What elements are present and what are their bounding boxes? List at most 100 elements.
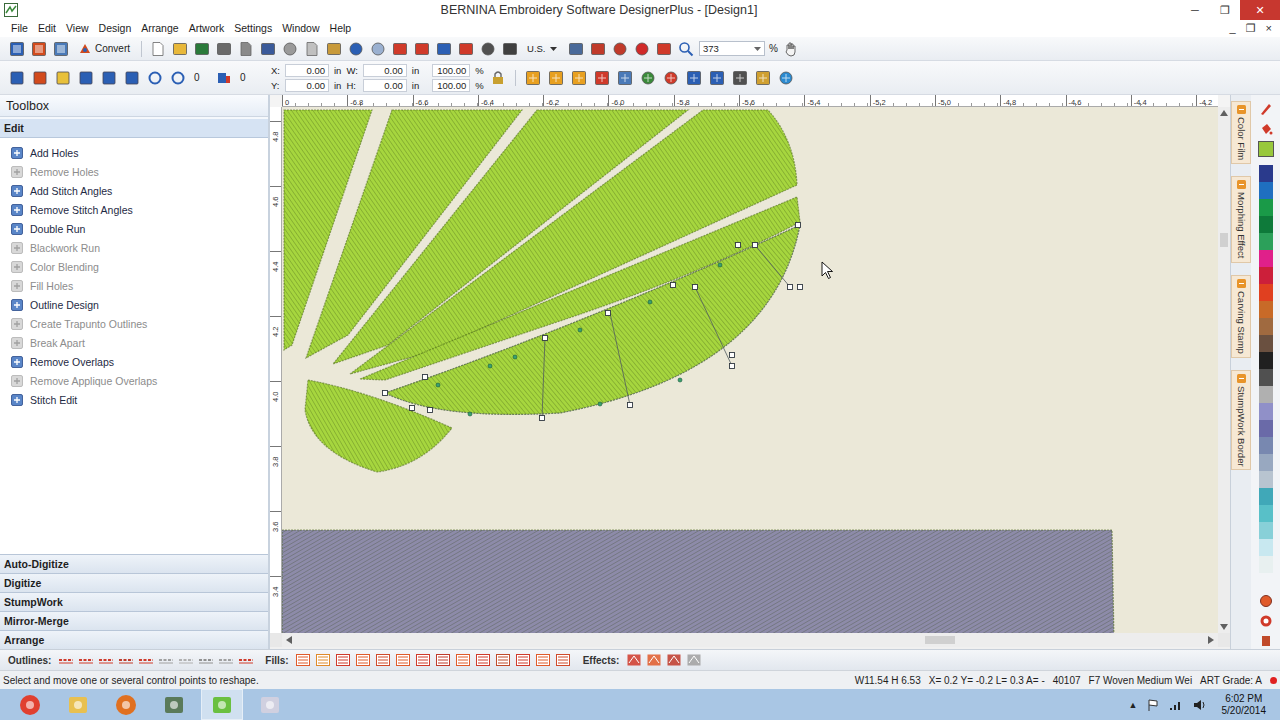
fabric-type[interactable]: F7 Woven Medium Wei [1089,675,1193,686]
units-dropdown[interactable]: U.S. [523,43,563,54]
fill-type-icon[interactable] [415,653,432,667]
fill-type-icon[interactable] [475,653,492,667]
scale-height-field[interactable]: 100.00 [432,79,470,92]
fill-type-icon[interactable] [535,653,552,667]
bernina-tool-icon[interactable] [250,690,290,719]
toolbox-item[interactable]: Color Blending [10,257,268,276]
bobbin-icon[interactable] [1258,633,1274,649]
group-icon[interactable] [391,40,409,58]
copy-icon[interactable] [303,40,321,58]
toolbox-item[interactable]: Break Apart [10,333,268,352]
toolbox-item[interactable]: Remove Stitch Angles [10,200,268,219]
color-swatch[interactable] [1259,556,1273,573]
select-arrow-icon[interactable] [8,69,26,87]
menu-item[interactable]: File [6,20,33,37]
color-swatch[interactable] [1259,318,1273,335]
outline-type-icon[interactable] [217,654,234,666]
vertical-scrollbar[interactable] [1218,107,1230,633]
stitch-icon[interactable] [52,40,70,58]
tools-icon[interactable] [501,40,519,58]
machine-icon[interactable] [589,40,607,58]
color-swatch[interactable] [1259,233,1273,250]
color-swatch[interactable] [1259,182,1273,199]
menu-item[interactable]: Design [94,20,137,37]
star-tool-icon[interactable] [524,69,542,87]
fill-type-icon[interactable] [555,653,572,667]
toolbox-item[interactable]: Stitch Edit [10,390,268,409]
thread-spool-icon[interactable] [1258,593,1274,609]
monitor-icon[interactable] [567,40,585,58]
pattern-icon[interactable] [570,69,588,87]
scale-icon[interactable] [77,69,95,87]
print-icon[interactable] [215,40,233,58]
color-swatch[interactable] [1259,522,1273,539]
save-icon[interactable] [193,40,211,58]
sparkle-icon[interactable] [547,69,565,87]
open-folder-icon[interactable] [171,40,189,58]
outline-type-icon[interactable] [77,654,94,666]
document-control-button[interactable]: × [1264,22,1274,35]
toolbox-item[interactable]: Blackwork Run [10,238,268,257]
fill-type-icon[interactable] [335,653,352,667]
hoop-icon[interactable] [611,40,629,58]
window-control-button[interactable]: ❐ [1210,0,1240,20]
toolbox-item[interactable]: Double Run [10,219,268,238]
effect-icon[interactable] [665,653,682,667]
grid-icon[interactable] [655,40,673,58]
artwork-icon[interactable] [30,40,48,58]
ungroup-icon[interactable] [413,40,431,58]
fill-type-icon[interactable] [315,653,332,667]
control-points[interactable] [383,223,803,421]
convert-button[interactable]: Convert [74,42,134,56]
color-swatch[interactable] [1259,539,1273,556]
x-field[interactable]: 0.00 [285,64,329,77]
effect-icon[interactable] [625,653,642,667]
chrome-icon[interactable] [10,690,50,719]
toolbox-item[interactable]: Create Trapunto Outlines [10,314,268,333]
menu-item[interactable]: Help [325,20,357,37]
toolbox-item[interactable]: Remove Applique Overlaps [10,371,268,390]
color-wheel-icon[interactable] [1258,613,1274,629]
color-swatch[interactable] [1259,403,1273,420]
pan-hand-icon[interactable] [782,40,800,58]
band-embroidery-object[interactable] [282,530,1114,633]
rotate-field[interactable]: 0 [192,72,210,83]
outline-type-icon[interactable] [157,654,174,666]
paint-bucket-icon[interactable] [1258,121,1274,137]
color-swatch[interactable] [1259,437,1273,454]
pen-tool-icon[interactable] [1258,101,1274,117]
color-swatch[interactable] [1259,165,1273,182]
effect-icon[interactable] [645,653,662,667]
rotate-left-icon[interactable] [146,69,164,87]
horizontal-scrollbar[interactable] [282,633,1218,647]
color-icon[interactable] [457,40,475,58]
fill-type-icon[interactable] [495,653,512,667]
colors-icon[interactable] [662,69,680,87]
fill-type-icon[interactable] [395,653,412,667]
color-swatch[interactable] [1259,216,1273,233]
toolbox-item[interactable]: Remove Holes [10,162,268,181]
stitch-shape-icon[interactable] [616,69,634,87]
clock[interactable]: 6:02 PM5/20/2014 [1222,693,1267,717]
toolbox-section[interactable]: Edit [0,119,268,138]
redo-icon[interactable] [369,40,387,58]
fill-type-icon[interactable] [515,653,532,667]
display-icon[interactable] [435,40,453,58]
texture-icon[interactable] [754,69,772,87]
fill-type-icon[interactable] [435,653,452,667]
fill-type-icon[interactable] [375,653,392,667]
split-icon[interactable] [777,69,795,87]
color-swatch[interactable] [1259,454,1273,471]
menu-item[interactable]: Arrange [136,20,183,37]
fill-type-icon[interactable] [295,653,312,667]
docker-tab[interactable]: StumpWork Border [1231,370,1251,471]
menu-item[interactable]: Window [277,20,324,37]
docker-tab[interactable]: Morphing Effect [1231,176,1251,262]
window-control-button[interactable]: ─ [1180,0,1210,20]
outline-type-icon[interactable] [197,654,214,666]
lattice-icon[interactable] [593,69,611,87]
rotate-right-icon[interactable] [169,69,187,87]
toolbox-section[interactable]: StumpWork [0,592,268,611]
toolbox-section[interactable]: Arrange [0,630,268,649]
point-select-icon[interactable] [54,69,72,87]
